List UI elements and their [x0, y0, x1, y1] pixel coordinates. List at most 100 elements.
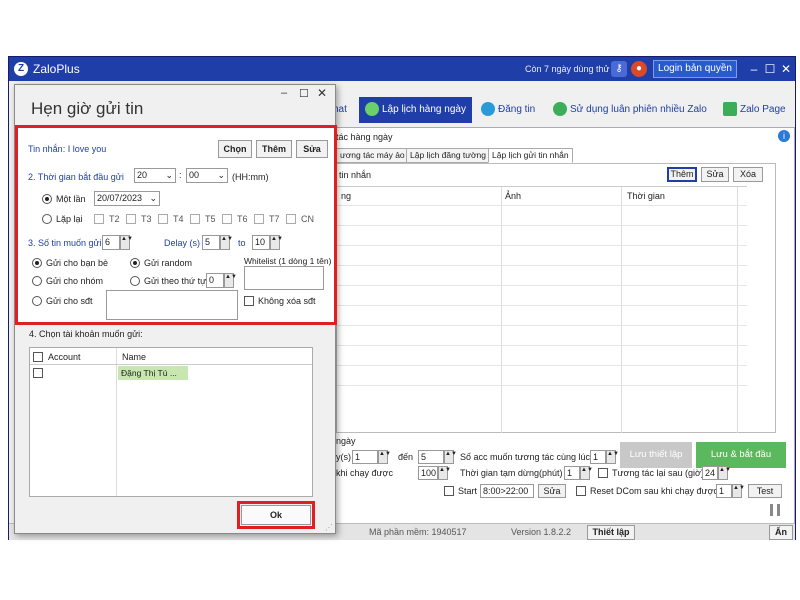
start-checkbox[interactable] — [444, 486, 454, 496]
grid-row-line — [337, 265, 747, 266]
grid-row-line — [30, 364, 312, 365]
message-panel: tin nhắn Thêm Sửa Xóa ng Ảnh Thời gian — [336, 163, 776, 433]
grid-row-line — [337, 245, 747, 246]
run-input[interactable]: 100 — [418, 466, 438, 480]
tab-virtual-machine[interactable]: ương tác máy ảo — [336, 148, 409, 163]
reset-dcom-label: Reset DCom sau khi chạy được — [590, 486, 718, 496]
highlight-frame — [15, 125, 337, 325]
tab-post-label: Đăng tin — [498, 104, 536, 115]
retry-label: Tương tác lại sau (giờ) — [612, 468, 704, 478]
reset-dcom-spinner[interactable]: ▲▼ — [732, 484, 745, 498]
grid-row-line — [337, 365, 747, 366]
save-settings-button[interactable]: Lưu thiết lập — [620, 442, 692, 468]
main-content: i tác hàng ngày ương tác máy ảo Lập lịch… — [333, 127, 795, 531]
ys-label: y(s) — [336, 452, 351, 462]
start-label: Start — [458, 486, 478, 496]
tab-wall-post-schedule[interactable]: Lập lịch đăng tường — [406, 148, 491, 163]
tab-daily-schedule-label: Lập lịch hàng ngày — [382, 104, 466, 115]
key-icon[interactable]: ⚷ — [611, 61, 627, 77]
grid-divider — [621, 187, 622, 433]
ys-spinner[interactable]: ▲▼ — [378, 450, 391, 464]
dialog-close-icon[interactable]: ✕ — [317, 86, 327, 100]
grid-header-time: Thời gian — [627, 191, 665, 201]
account-grid: Account Name Đặng Thị Tú ... — [29, 347, 313, 497]
tab-rotate-zalo[interactable]: Sử dụng luân phiên nhiều Zalo — [553, 97, 707, 123]
dialog-title: Hẹn giờ gửi tin — [31, 99, 144, 118]
clock-icon — [365, 102, 379, 117]
grid-row-line — [337, 345, 747, 346]
retry-checkbox[interactable] — [598, 468, 608, 478]
grid-header-message: ng — [341, 191, 352, 201]
grid-divider — [501, 187, 502, 433]
den-spinner[interactable]: ▲▼ — [444, 450, 457, 464]
dialog-maximize-icon[interactable]: ☐ — [299, 87, 309, 100]
main-titlebar: Z ZaloPlus Còn 7 ngày dùng thử ⚷ ● Login… — [9, 57, 795, 81]
hide-button[interactable]: Ẩn — [769, 525, 793, 540]
account-row-checkbox[interactable] — [33, 368, 43, 378]
retry-input[interactable]: 24 — [702, 466, 718, 480]
pause-label: Thời gian tạm dừng(phút) — [460, 468, 563, 478]
save-start-button[interactable]: Lưu & bắt đầu — [696, 442, 786, 468]
start-time-input[interactable]: 8:00>22:00 — [480, 484, 534, 498]
tab-zalo-page[interactable]: Zalo Page — [723, 97, 786, 123]
post-icon — [481, 102, 495, 117]
info-icon[interactable]: i — [778, 130, 790, 142]
reset-dcom-checkbox[interactable] — [576, 486, 586, 496]
tab-rotate-label: Sử dụng luân phiên nhiều Zalo — [570, 104, 707, 115]
grid-divider — [737, 187, 738, 433]
reset-dcom-input[interactable]: 1 — [716, 484, 732, 498]
add-button[interactable]: Thêm — [667, 167, 697, 182]
start-edit-button[interactable]: Sửa — [538, 484, 566, 498]
grid-row-line — [337, 225, 747, 226]
avatar-icon[interactable]: ● — [631, 61, 647, 77]
settings-button[interactable]: Thiết lập — [587, 525, 635, 540]
ok-highlight-frame — [237, 501, 315, 529]
message-grid: ng Ảnh Thời gian — [337, 186, 747, 433]
acc-input[interactable]: 1 — [590, 450, 606, 464]
name-header: Name — [122, 352, 147, 362]
grid-divider — [116, 348, 117, 496]
main-toolbar: hat Lập lịch hàng ngày Đăng tin Sử dụng … — [333, 97, 795, 123]
account-row-name[interactable]: Đặng Thị Tú ... — [118, 366, 188, 380]
select-all-checkbox[interactable] — [33, 352, 43, 362]
pause-spinner[interactable]: ▲▼ — [580, 466, 593, 480]
software-code: Mã phần mềm: 1940517 — [369, 527, 467, 537]
acc-label: Số acc muốn tương tác cùng lúc — [460, 452, 590, 462]
grid-header-image: Ảnh — [505, 191, 522, 201]
test-button[interactable]: Test — [748, 484, 782, 498]
grid-row-line — [337, 385, 747, 386]
den-input[interactable]: 5 — [418, 450, 444, 464]
delete-button[interactable]: Xóa — [733, 167, 763, 182]
tab-zalo-page-label: Zalo Page — [740, 104, 786, 115]
run-label: khi chạy được — [336, 468, 393, 478]
ys-input[interactable]: 1 — [352, 450, 378, 464]
tab-daily-schedule[interactable]: Lập lịch hàng ngày — [359, 97, 472, 123]
trial-status: Còn 7 ngày dùng thử — [525, 64, 610, 74]
login-license-button[interactable]: Login bản quyền — [653, 60, 737, 78]
tab-message-schedule[interactable]: Lập lịch gửi tin nhắn — [488, 148, 573, 163]
account-section-label: 4. Chọn tài khoản muốn gửi: — [29, 329, 143, 339]
grid-row-line — [337, 305, 747, 306]
run-spinner[interactable]: ▲▼ — [438, 466, 451, 480]
grid-row-line — [337, 325, 747, 326]
pause-input[interactable]: 1 — [564, 466, 580, 480]
resize-grip-icon[interactable]: ⋰ — [325, 523, 333, 532]
zalo-logo-icon: Z — [14, 62, 28, 76]
dialog-minimize-icon[interactable]: – — [281, 87, 287, 99]
bottom-section-label: ngày — [336, 436, 356, 446]
app-title: ZaloPlus — [33, 62, 80, 76]
tab-post[interactable]: Đăng tin — [481, 97, 535, 123]
schedule-dialog: Hẹn giờ gửi tin – ☐ ✕ Tin nhắn: I love y… — [14, 84, 337, 534]
cart-icon — [723, 102, 737, 117]
account-header: Account — [48, 352, 81, 362]
grid-row-line — [337, 205, 747, 206]
pause-icon[interactable] — [770, 504, 780, 516]
grid-row-line — [337, 285, 747, 286]
edit-button[interactable]: Sửa — [701, 167, 729, 182]
retry-spinner[interactable]: ▲▼ — [718, 466, 731, 480]
version-text: Version 1.8.2.2 — [511, 527, 572, 537]
close-icon[interactable]: ✕ — [777, 60, 795, 78]
acc-spinner[interactable]: ▲▼ — [606, 450, 619, 464]
den-label: đến — [398, 452, 414, 462]
grid-title: tin nhắn — [339, 170, 372, 180]
